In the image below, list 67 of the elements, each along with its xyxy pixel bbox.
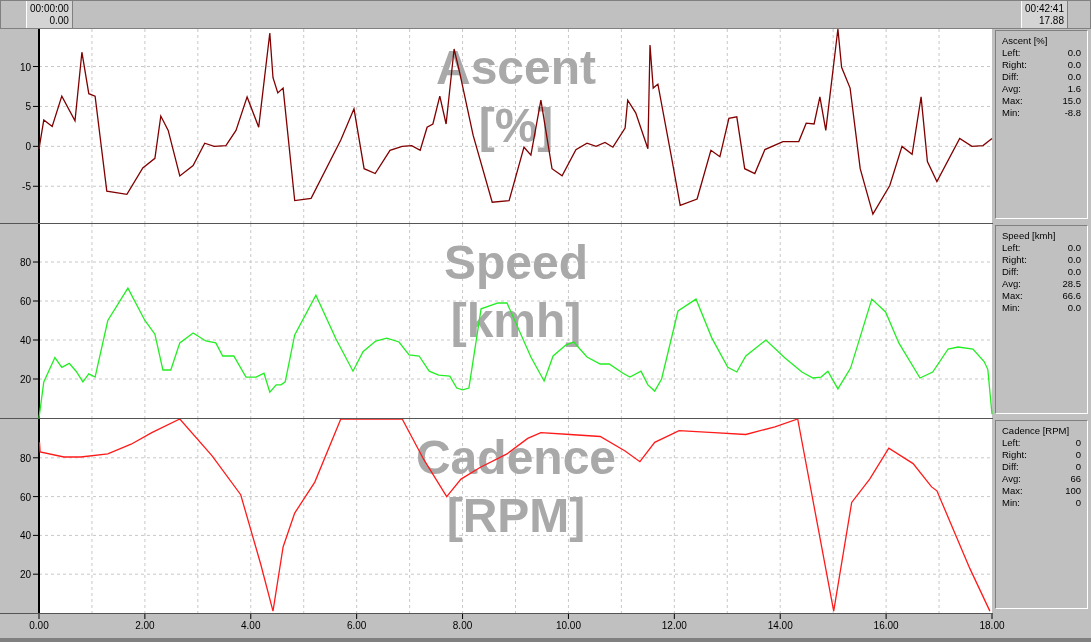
x-tick-label: 18.00 — [979, 620, 1005, 631]
stat-label: Min: — [1002, 107, 1020, 119]
stat-value: 0.0 — [1067, 302, 1081, 314]
stat-value: 0 — [1075, 497, 1081, 509]
stat-label: Left: — [1002, 437, 1021, 449]
stat-value: 66.6 — [1062, 290, 1081, 302]
stat-value: 0.0 — [1067, 254, 1081, 266]
stat-label: Right: — [1002, 59, 1027, 71]
x-tick-label: 8.00 — [452, 620, 473, 631]
stat-label: Right: — [1002, 449, 1027, 461]
x-tick-label: 6.00 — [346, 620, 367, 631]
stat-label: Left: — [1002, 47, 1021, 59]
x-tick-label: 14.00 — [767, 620, 793, 631]
stat-label: Avg: — [1002, 278, 1021, 290]
marker-distance: 17.88 — [1038, 15, 1064, 27]
y-tick-label: 80 — [19, 257, 31, 268]
stat-value: -8.8 — [1064, 107, 1081, 119]
stat-value: 1.6 — [1067, 83, 1081, 95]
stat-label: Max: — [1002, 95, 1023, 107]
stat-value: 28.5 — [1062, 278, 1081, 290]
stat-value: 0.0 — [1067, 47, 1081, 59]
y-tick-label: 60 — [19, 491, 31, 503]
start-marker-label[interactable]: 00:00:00 0.00 — [26, 1, 73, 28]
y-tick-label: 40 — [19, 530, 31, 542]
stat-label: Diff: — [1002, 461, 1019, 473]
y-tick-label: -5 — [22, 181, 31, 193]
x-tick-label: 12.00 — [661, 620, 687, 631]
y-tick-label: 80 — [19, 452, 31, 464]
stat-label: Right: — [1002, 254, 1027, 266]
y-tick-label: 20 — [19, 374, 31, 385]
y-tick-label: 5 — [25, 101, 31, 113]
stat-value: 0 — [1075, 449, 1081, 461]
stat-value: 0 — [1075, 461, 1081, 473]
stat-label: Diff: — [1002, 71, 1019, 83]
stat-label: Max: — [1002, 485, 1023, 497]
y-tick-label: 10 — [19, 61, 31, 73]
stat-value: 0.0 — [1067, 59, 1081, 71]
stat-label: Avg: — [1002, 473, 1021, 485]
y-tick-label: 60 — [19, 296, 31, 307]
stat-label: Left: — [1002, 242, 1021, 254]
end-marker-label[interactable]: 00:42:41 17.88 — [1021, 1, 1068, 28]
stats-title: Ascent [%] — [1002, 35, 1049, 47]
stat-value: 0.0 — [1067, 242, 1081, 254]
stat-value: 0.0 — [1067, 71, 1081, 83]
stats-title: Cadence [RPM] — [1002, 425, 1071, 437]
x-tick-label: 16.00 — [873, 620, 899, 631]
marker-distance: 0.00 — [49, 15, 69, 27]
marker-time: 00:00:00 — [30, 3, 69, 15]
y-tick-label: 20 — [19, 569, 31, 581]
stat-label: Diff: — [1002, 266, 1019, 278]
stat-value: 15.0 — [1062, 95, 1081, 107]
x-tick-label: 10.00 — [555, 620, 581, 631]
stat-value: 66 — [1070, 473, 1081, 485]
stats-title: Speed [kmh] — [1002, 230, 1057, 242]
marker-time: 00:42:41 — [1025, 3, 1064, 15]
stat-value: 0.0 — [1067, 266, 1081, 278]
y-tick-label: 0 — [25, 141, 31, 153]
y-tick-label: 40 — [19, 335, 31, 346]
x-tick-label: 2.00 — [135, 620, 155, 631]
stat-label: Min: — [1002, 302, 1020, 314]
stat-value: 100 — [1065, 485, 1081, 497]
stat-label: Min: — [1002, 497, 1020, 509]
stat-label: Avg: — [1002, 83, 1021, 95]
stat-value: 0 — [1075, 437, 1081, 449]
stat-label: Max: — [1002, 290, 1023, 302]
x-tick-label: 0.00 — [29, 620, 49, 631]
x-tick-label: 4.00 — [241, 620, 261, 631]
